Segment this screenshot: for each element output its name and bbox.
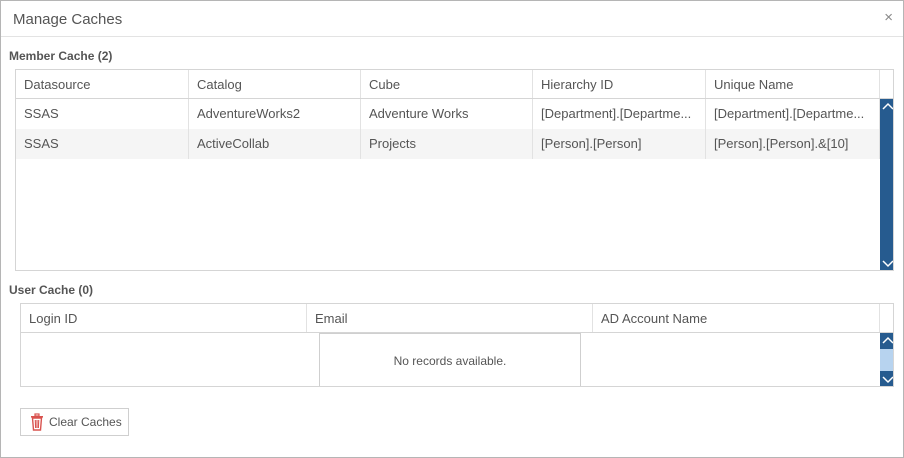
column-header-datasource[interactable]: Datasource	[16, 70, 189, 98]
chevron-down-icon[interactable]	[880, 255, 893, 270]
cell-hierarchy-id: [Person].[Person]	[533, 129, 706, 159]
cell-cube: Projects	[361, 129, 533, 159]
member-cache-label: Member Cache (2)	[9, 49, 113, 63]
table-row[interactable]: SSAS AdventureWorks2 Adventure Works [De…	[16, 99, 880, 129]
user-cache-grid: Login ID Email AD Account Name No record…	[20, 303, 894, 387]
user-cache-header: Login ID Email AD Account Name	[21, 304, 893, 333]
manage-caches-dialog: Manage Caches × Member Cache (2) Datasou…	[0, 0, 904, 458]
cell-datasource: SSAS	[16, 129, 189, 159]
column-header-unique-name[interactable]: Unique Name	[706, 70, 880, 98]
trash-icon	[31, 413, 43, 431]
clear-caches-label: Clear Caches	[49, 415, 122, 429]
chevron-down-icon[interactable]	[880, 371, 893, 386]
cell-unique-name: [Person].[Person].&[10]	[706, 129, 880, 159]
column-header-email[interactable]: Email	[307, 304, 593, 332]
user-cache-scrollbar[interactable]	[880, 333, 893, 386]
cell-catalog: ActiveCollab	[189, 129, 361, 159]
member-cache-header: Datasource Catalog Cube Hierarchy ID Uni…	[16, 70, 893, 99]
column-header-ad-account-name[interactable]: AD Account Name	[593, 304, 880, 332]
column-header-login-id[interactable]: Login ID	[21, 304, 307, 332]
dialog-title-bar: Manage Caches ×	[1, 1, 903, 37]
cell-cube: Adventure Works	[361, 99, 533, 129]
column-header-hierarchy-id[interactable]: Hierarchy ID	[533, 70, 706, 98]
cell-catalog: AdventureWorks2	[189, 99, 361, 129]
close-icon[interactable]: ×	[884, 10, 893, 26]
user-cache-label: User Cache (0)	[9, 283, 94, 297]
member-cache-grid: Datasource Catalog Cube Hierarchy ID Uni…	[15, 69, 894, 271]
cell-datasource: SSAS	[16, 99, 189, 129]
cell-hierarchy-id: [Department].[Departme...	[533, 99, 706, 129]
table-row[interactable]: SSAS ActiveCollab Projects [Person].[Per…	[16, 129, 880, 159]
clear-caches-button[interactable]: Clear Caches	[20, 408, 129, 436]
member-cache-scrollbar[interactable]	[880, 99, 893, 270]
no-records-message: No records available.	[319, 333, 581, 386]
chevron-up-icon[interactable]	[880, 99, 893, 115]
column-header-cube[interactable]: Cube	[361, 70, 533, 98]
chevron-up-icon[interactable]	[880, 333, 893, 349]
dialog-title: Manage Caches	[13, 11, 123, 28]
column-header-catalog[interactable]: Catalog	[189, 70, 361, 98]
cell-unique-name: [Department].[Departme...	[706, 99, 880, 129]
